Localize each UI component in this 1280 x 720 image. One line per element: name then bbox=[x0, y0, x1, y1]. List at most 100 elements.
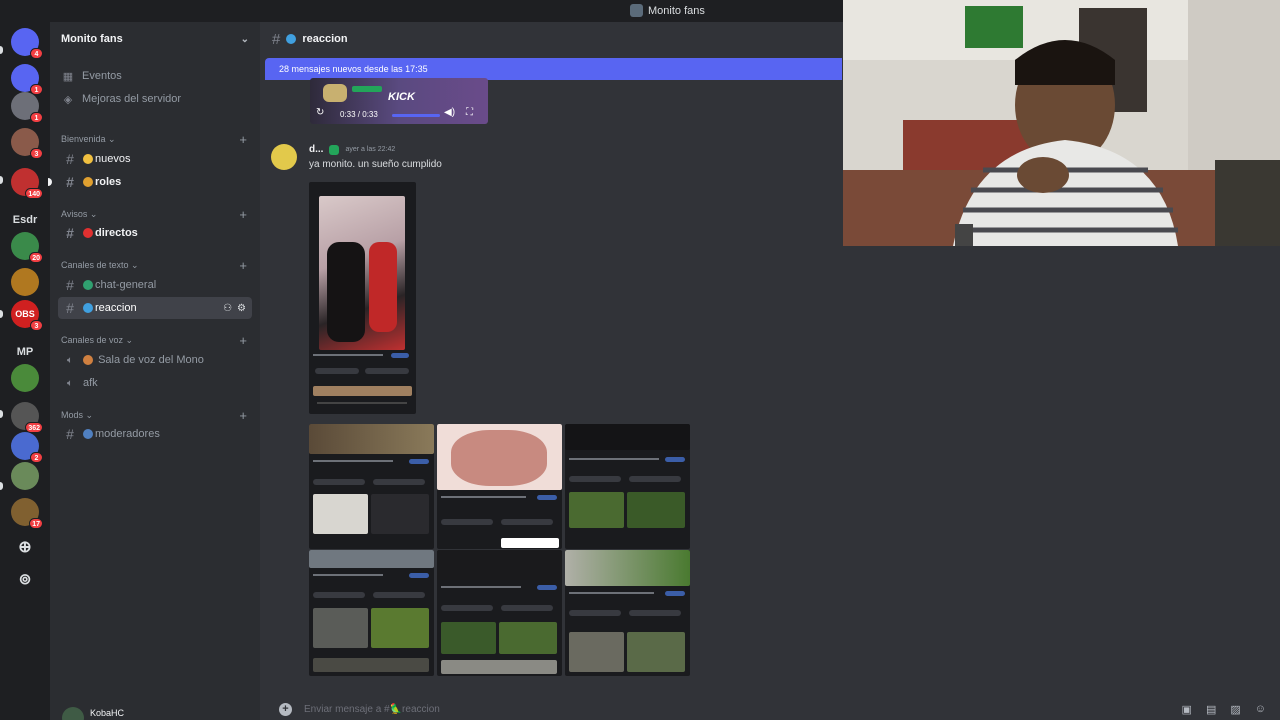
channel-title: reaccion bbox=[302, 33, 348, 45]
plus-icon[interactable]: + bbox=[239, 132, 247, 147]
channel-sala-voz[interactable]: 🔈︎ Sala de voz del Mono bbox=[58, 349, 252, 371]
avatar[interactable] bbox=[271, 144, 297, 170]
parrot-emoji-icon bbox=[83, 303, 93, 314]
user-panel[interactable]: KobaHC bbox=[50, 706, 260, 720]
mention-badge: 20 bbox=[29, 252, 43, 263]
channel-roles[interactable]: # roles bbox=[58, 171, 252, 193]
server-avatar bbox=[11, 364, 39, 392]
nav-label: Eventos bbox=[82, 70, 122, 82]
window-title: Monito fans bbox=[630, 4, 705, 17]
channel-label: directos bbox=[95, 227, 138, 239]
plus-icon[interactable]: + bbox=[239, 258, 247, 273]
sticker-icon[interactable]: ▨ bbox=[1230, 703, 1240, 716]
channel-reaccion[interactable]: # reaccion ⚇ ⚙ bbox=[58, 297, 252, 319]
add-attachment-icon[interactable]: + bbox=[279, 702, 292, 716]
channel-directos[interactable]: # directos bbox=[58, 222, 252, 244]
video-time: 0:33 / 0:33 bbox=[340, 110, 378, 119]
hash-icon: # bbox=[66, 151, 74, 167]
fullscreen-icon[interactable]: ⛶ bbox=[466, 107, 473, 118]
plus-icon[interactable]: + bbox=[239, 408, 247, 423]
new-messages-banner[interactable]: 28 mensajes nuevos desde las 17:35 bbox=[265, 58, 842, 80]
server-mp[interactable]: MP bbox=[11, 338, 39, 366]
new-messages-text: 28 mensajes nuevos desde las 17:35 bbox=[279, 64, 428, 74]
message-author[interactable]: d... bbox=[309, 144, 323, 155]
boost-icon: ◈ bbox=[63, 93, 73, 106]
discord-home[interactable]: 4 bbox=[11, 28, 43, 59]
channel-afk[interactable]: 🔈︎ afk bbox=[58, 372, 252, 394]
mention-badge: 17 bbox=[29, 518, 43, 529]
replay-icon[interactable]: ↻ bbox=[316, 107, 324, 118]
category-label: Canales de texto bbox=[61, 259, 129, 270]
mention-badge: 3 bbox=[30, 148, 43, 159]
unread-pill bbox=[0, 410, 3, 418]
category-voz[interactable]: Canales de voz ⌄ + bbox=[61, 333, 247, 348]
hash-icon: # bbox=[66, 174, 74, 190]
channel-sidebar: Monito fans ⌄ ▦ Eventos ◈ Mejoras del se… bbox=[48, 22, 260, 720]
server-obs[interactable]: OBS 3 bbox=[11, 300, 43, 331]
emoji-icon[interactable]: ☺ bbox=[1255, 703, 1266, 716]
avatar[interactable] bbox=[62, 707, 84, 720]
server-14[interactable] bbox=[11, 462, 39, 490]
video-player[interactable]: KICK ↻ 0:33 / 0:33 ◀) ⛶ bbox=[310, 78, 488, 124]
attachment-image[interactable] bbox=[565, 550, 690, 676]
gift-icon[interactable]: ▣ bbox=[1182, 703, 1192, 716]
hash-icon: # bbox=[66, 300, 74, 316]
hash-icon: # bbox=[272, 30, 281, 48]
monkey-figure bbox=[327, 242, 365, 342]
server-15[interactable]: 17 bbox=[11, 498, 43, 529]
invite-icon[interactable]: ⚇ bbox=[223, 303, 232, 314]
server-esdr[interactable]: Esdr bbox=[11, 206, 39, 234]
server-3[interactable]: 1 bbox=[11, 92, 43, 123]
server-abbrev: MP bbox=[16, 346, 34, 358]
gear-icon[interactable]: ⚙ bbox=[237, 303, 246, 314]
video-progress[interactable] bbox=[392, 114, 440, 117]
server-7[interactable]: 20 bbox=[11, 232, 43, 263]
category-texto[interactable]: Canales de texto ⌄ + bbox=[61, 258, 247, 273]
plus-icon[interactable]: + bbox=[239, 207, 247, 222]
volume-icon[interactable]: ◀) bbox=[444, 107, 455, 118]
unread-pill bbox=[0, 482, 3, 490]
add-server-button[interactable]: ⊕ bbox=[11, 534, 39, 562]
server-5[interactable]: 140 bbox=[11, 168, 43, 199]
calendar-icon: ▦ bbox=[62, 70, 74, 83]
mention-badge: 2 bbox=[30, 452, 43, 463]
message-composer[interactable]: + Enviar mensaje a #🦜reaccion ▣ ▤ ▨ ☺ bbox=[260, 698, 1280, 720]
category-label: Canales de voz bbox=[61, 334, 124, 345]
hash-icon: # bbox=[66, 426, 74, 442]
attachment-image[interactable] bbox=[437, 550, 562, 676]
hash-icon: # bbox=[66, 225, 74, 241]
attachment-image[interactable] bbox=[309, 550, 434, 676]
category-bienvenida[interactable]: Bienvenida ⌄ + bbox=[61, 132, 247, 147]
parrot-emoji-icon bbox=[286, 34, 297, 44]
server-8[interactable] bbox=[11, 268, 39, 296]
nav-eventos[interactable]: ▦ Eventos bbox=[58, 65, 252, 87]
gif-icon[interactable]: ▤ bbox=[1206, 703, 1216, 716]
chevron-down-icon: ⌄ bbox=[240, 33, 249, 45]
server-11[interactable] bbox=[11, 364, 39, 392]
category-mods[interactable]: Mods ⌄ + bbox=[61, 408, 247, 423]
server-header[interactable]: Monito fans ⌄ bbox=[50, 22, 260, 56]
explore-button[interactable]: ⊚ bbox=[11, 566, 39, 594]
channel-moderadores[interactable]: # moderadores bbox=[58, 423, 252, 445]
speaker-icon: 🔈︎ bbox=[67, 354, 73, 366]
server-2[interactable]: 1 bbox=[11, 64, 43, 95]
plus-icon[interactable]: + bbox=[239, 333, 247, 348]
category-avisos[interactable]: Avisos ⌄ + bbox=[61, 207, 247, 222]
category-label: Avisos bbox=[61, 208, 88, 219]
unread-pill bbox=[0, 176, 3, 184]
nav-mejoras[interactable]: ◈ Mejoras del servidor bbox=[58, 88, 252, 110]
attachment-image[interactable] bbox=[309, 424, 434, 549]
server-13[interactable]: 2 bbox=[11, 432, 43, 463]
webcam-scene bbox=[843, 0, 1280, 246]
nav-label: Mejoras del servidor bbox=[82, 93, 182, 105]
message-input[interactable]: Enviar mensaje a #🦜reaccion bbox=[304, 704, 440, 715]
username: KobaHC bbox=[90, 708, 125, 718]
server-12[interactable]: 362 bbox=[11, 402, 43, 433]
attachment-image[interactable] bbox=[565, 424, 690, 549]
attachment-image[interactable] bbox=[309, 182, 416, 414]
message-text: ya monito. un sueño cumplido bbox=[309, 159, 442, 170]
channel-chat-general[interactable]: # chat-general bbox=[58, 274, 252, 296]
server-4[interactable]: 3 bbox=[11, 128, 43, 159]
attachment-image[interactable] bbox=[437, 424, 562, 549]
channel-nuevos[interactable]: # nuevos bbox=[58, 148, 252, 170]
